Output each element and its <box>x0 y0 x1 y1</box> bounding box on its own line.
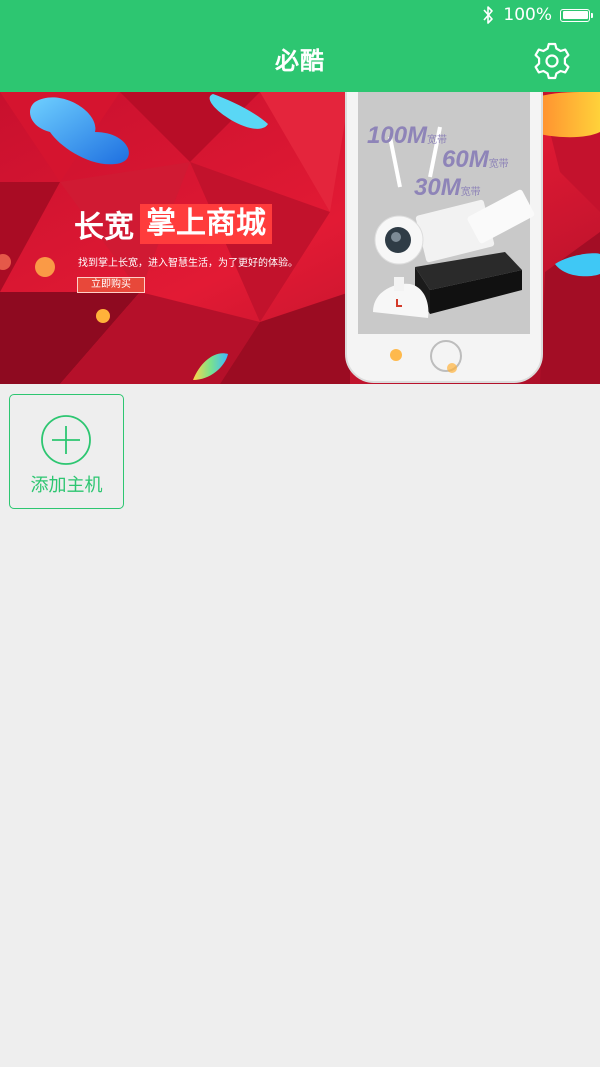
add-host-label: 添加主机 <box>30 475 103 496</box>
nav-bar: 必酷 <box>0 30 600 92</box>
banner-subtitle: 找到掌上长宽，进入智慧生活，为了更好的体验。 <box>78 258 298 269</box>
status-indicators: 100% <box>481 4 593 26</box>
bluetooth-icon <box>483 6 494 24</box>
banner-brand: 长宽 <box>74 210 134 245</box>
settings-button[interactable] <box>532 41 572 81</box>
page-title: 必酷 <box>275 47 325 75</box>
promo-banner[interactable]: 长宽 掌上商城 找到掌上长宽，进入智慧生活，为了更好的体验。 立即购买 100M… <box>0 92 600 384</box>
battery-percentage: 100% <box>503 5 552 25</box>
speed-label-100m: 100M宽带 <box>367 122 448 149</box>
banner-headline: 长宽 掌上商城 <box>74 204 272 245</box>
status-bar: 100% <box>0 0 600 30</box>
banner-headline-highlight: 掌上商城 <box>140 204 272 244</box>
gear-icon <box>534 42 570 80</box>
buy-now-button[interactable]: 立即购买 <box>77 277 145 293</box>
speed-label-30m: 30M宽带 <box>414 174 481 201</box>
plus-circle-icon <box>40 414 92 466</box>
add-host-button[interactable]: 添加主机 <box>9 394 124 509</box>
battery-icon <box>560 8 593 22</box>
speed-label-60m: 60M宽带 <box>442 146 509 173</box>
